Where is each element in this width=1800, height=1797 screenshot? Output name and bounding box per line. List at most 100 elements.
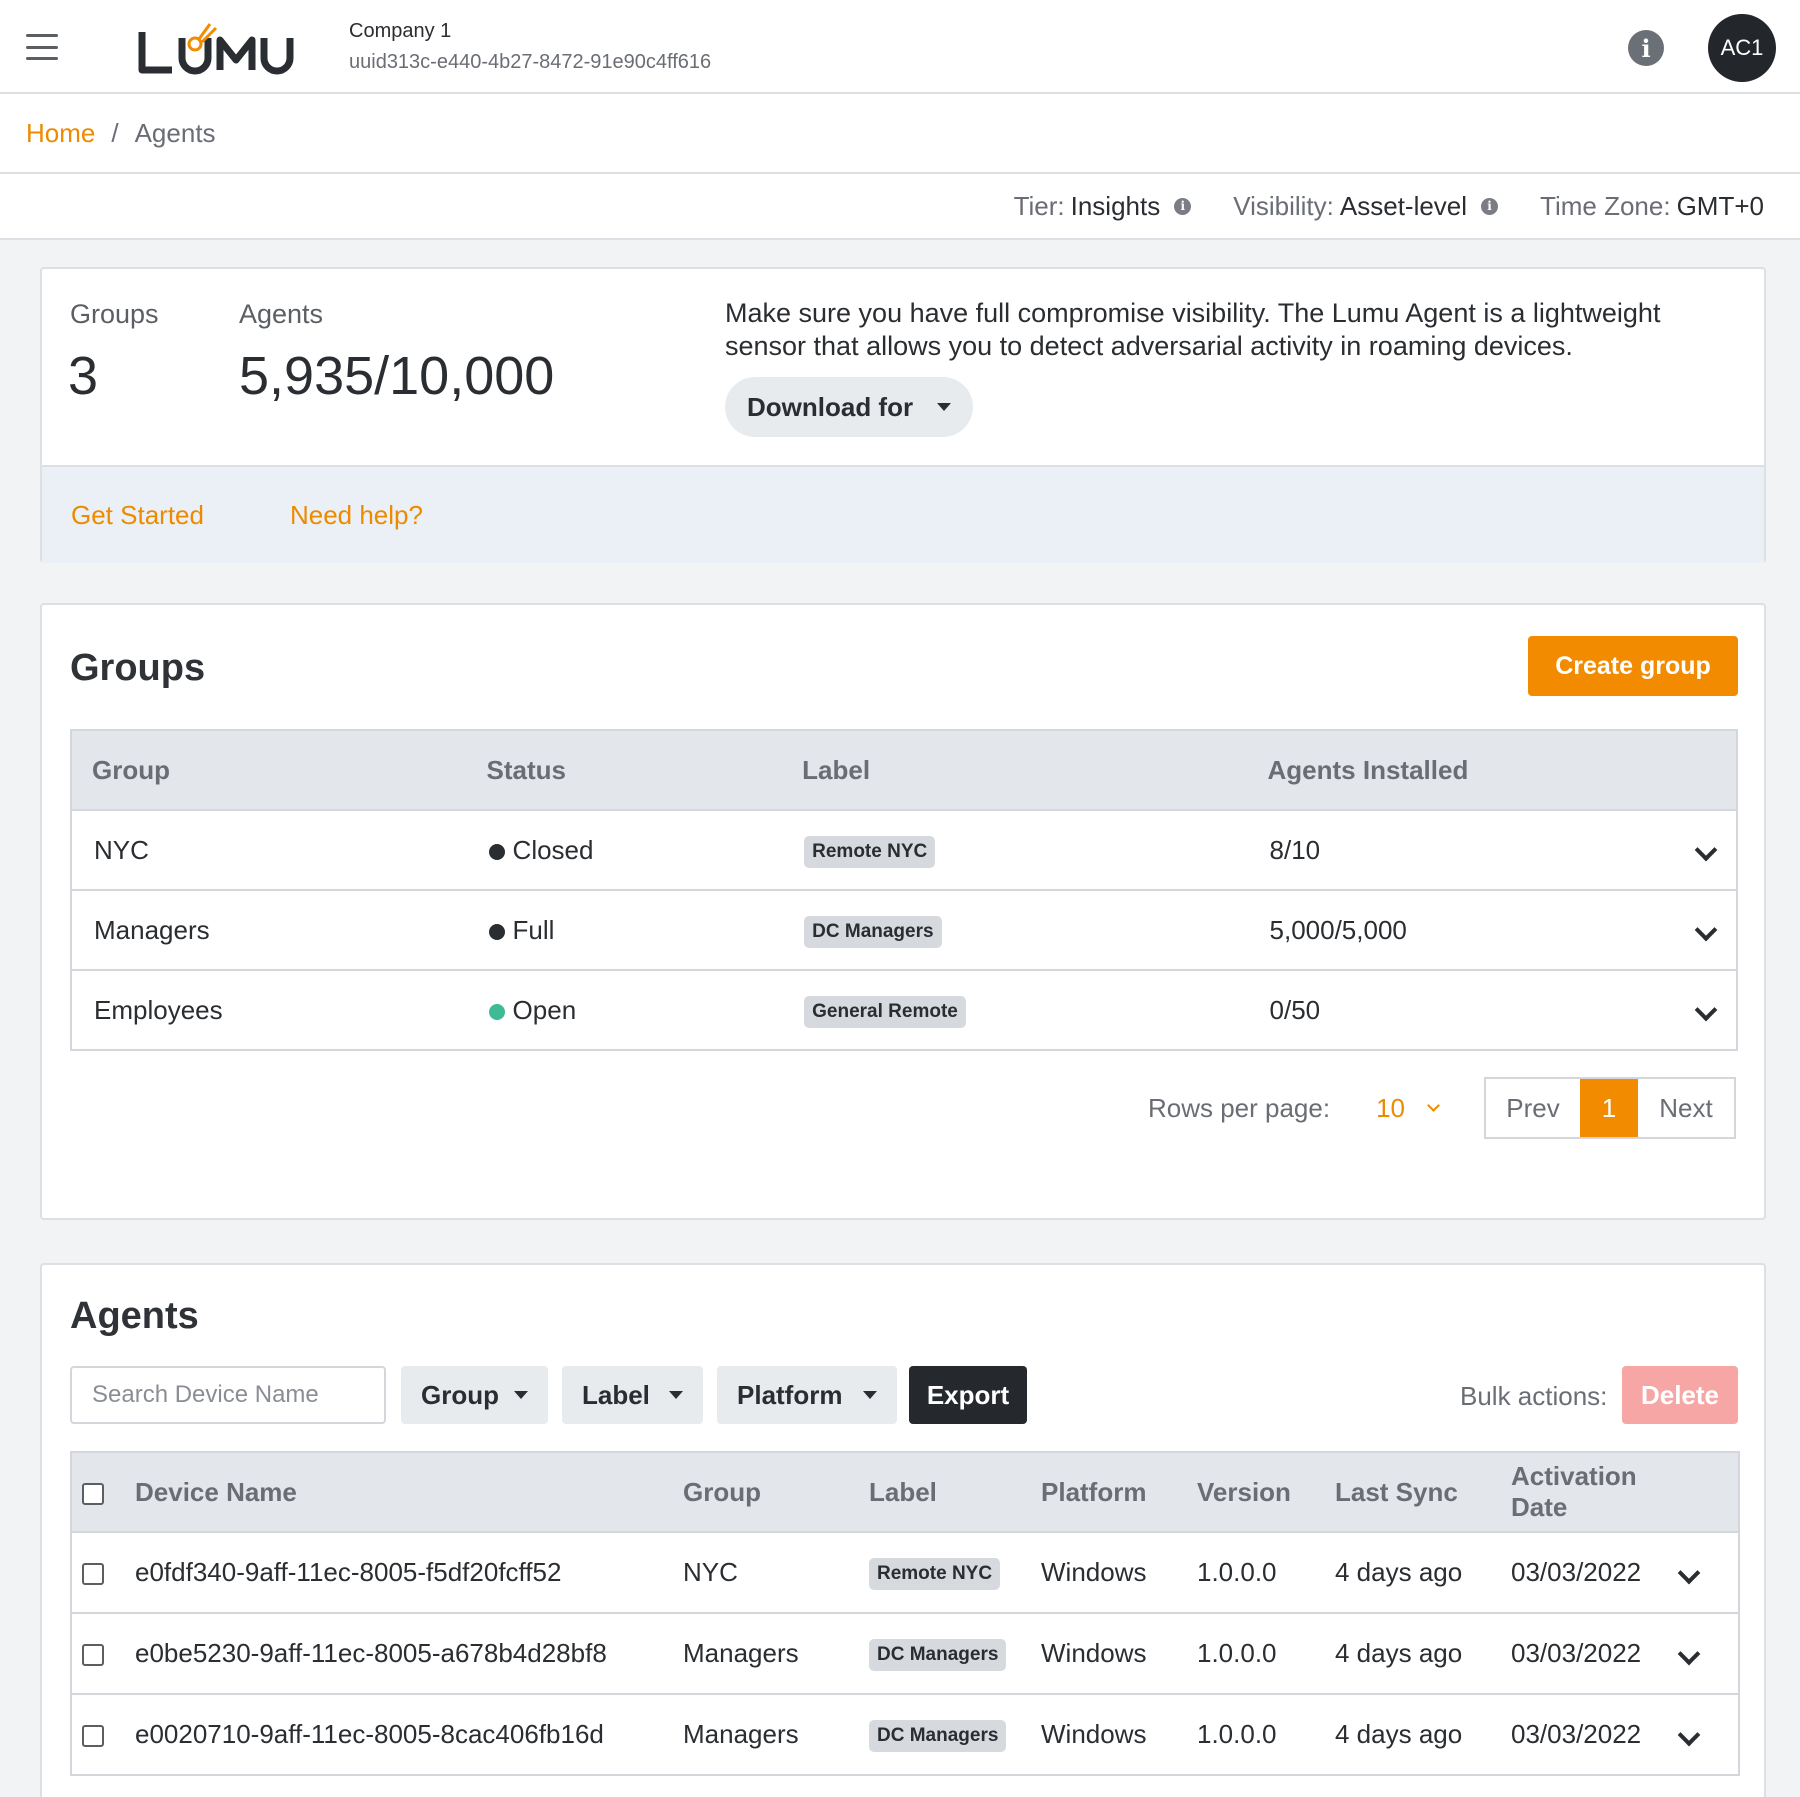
group-name: Employees [94,994,223,1025]
agents-table: Device Name Group Label Platform Version… [70,1451,1740,1776]
platform-filter-dropdown[interactable]: Platform [717,1366,897,1424]
agents-installed-value: 8/10 [1269,834,1321,865]
column-header-activation-date[interactable]: Activation Date [1511,1452,1681,1532]
prev-page-button[interactable]: Prev [1486,1079,1580,1137]
visibility-info: Visibility: Asset-level i [1233,190,1499,222]
label-filter-label: Label [582,1379,650,1410]
groups-stat-label: Groups [70,299,159,329]
group-label-cell: DC Managers [782,890,1247,970]
timezone-info: Time Zone: GMT+0 [1540,191,1764,222]
download-dropdown-button[interactable]: Download for [725,377,973,437]
agent-label-cell: Remote NYC [869,1532,1041,1613]
visibility-info-icon[interactable]: i [1481,197,1499,215]
column-header-device-name[interactable]: Device Name [135,1452,683,1532]
chevron-down-icon[interactable] [1427,1098,1440,1112]
agent-label-cell: DC Managers [869,1694,1041,1775]
chevron-down-icon[interactable] [1677,1723,1701,1747]
agent-last-sync: 4 days ago [1335,1719,1463,1749]
agent-platform: Windows [1041,1638,1147,1668]
groups-table-header: Group Status Label Agents Installed [71,730,1737,810]
company-name: Company 1 [349,20,452,42]
agent-activation-date: 03/03/2022 [1511,1719,1642,1749]
group-row[interactable]: Employees Open General Remote 0/50 [71,970,1737,1050]
current-page-button[interactable]: 1 [1580,1079,1638,1137]
expand-cell [1677,1694,1739,1775]
caret-down-icon [937,403,951,411]
agent-group: Managers [683,1638,799,1668]
caret-down-icon [863,1391,877,1399]
chevron-down-icon[interactable] [1694,838,1718,862]
caret-down-icon [514,1391,528,1399]
label-tag: DC Managers [869,1720,1007,1752]
agent-row[interactable]: e0be5230-9aff-11ec-8005-a678b4d28bf8 Mana… [71,1613,1739,1694]
column-header-version[interactable]: Version [1197,1452,1335,1532]
agent-row[interactable]: e0020710-9aff-11ec-8005-8cac406fb16d Mana… [71,1694,1739,1775]
delete-button[interactable]: Delete [1622,1366,1738,1424]
group-agents-installed: 5,000/5,000 [1248,890,1737,970]
search-device-input[interactable] [70,1366,386,1424]
breadcrumb: Home / Agents [0,94,1800,174]
agent-platform: Windows [1041,1719,1147,1749]
chevron-down-icon[interactable] [1677,1561,1701,1585]
groups-pagination: Rows per page: 10 Prev 1 Next [1148,1077,1736,1139]
group-agents-installed: 0/50 [1248,970,1737,1050]
chevron-down-icon[interactable] [1694,918,1718,942]
group-status: Full [467,890,783,970]
breadcrumb-home-link[interactable]: Home [26,118,95,149]
visibility-label: Visibility: [1233,190,1334,221]
next-page-button[interactable]: Next [1638,1079,1734,1137]
group-filter-dropdown[interactable]: Group [401,1366,548,1424]
label-tag: Remote NYC [804,835,936,868]
group-row[interactable]: Managers Full DC Managers 5,000/5,000 [71,890,1737,970]
label-tag: Remote NYC [869,1558,1001,1590]
column-header-status[interactable]: Status [467,730,783,810]
row-checkbox-cell [71,1613,135,1694]
groups-table: Group Status Label Agents Installed NYC C… [70,729,1738,1051]
summary-footer: Get Started Need help? [42,465,1764,563]
groups-stat-value: 3 [68,346,99,406]
group-agents-installed: 8/10 [1248,810,1737,890]
info-icon[interactable]: i [1628,30,1664,66]
agent-row[interactable]: e0fdf340-9aff-11ec-8005-f5df20fcff52 NYC R… [71,1532,1739,1613]
status-dot [488,843,505,860]
row-checkbox[interactable] [82,1563,104,1586]
agent-version: 1.0.0.0 [1197,1638,1277,1668]
group-name: Managers [94,914,210,945]
agent-version: 1.0.0.0 [1197,1557,1277,1587]
get-started-link[interactable]: Get Started [71,500,204,531]
column-header-label[interactable]: Label [869,1452,1041,1532]
chevron-down-icon[interactable] [1694,998,1718,1022]
menu-icon[interactable] [26,34,58,60]
chevron-down-icon[interactable] [1677,1642,1701,1666]
row-checkbox[interactable] [82,1725,104,1748]
group-name: NYC [94,834,149,865]
lumu-logo[interactable] [138,18,298,78]
groups-card: Groups Create group Group Status Label A… [40,603,1766,1220]
column-header-platform[interactable]: Platform [1041,1452,1197,1532]
account-meta-bar: Tier: Insights i Visibility: Asset-level… [0,174,1800,240]
row-checkbox-cell [71,1694,135,1775]
breadcrumb-current: Agents [134,117,216,148]
agents-table-header: Device Name Group Label Platform Version… [71,1452,1739,1532]
label-filter-dropdown[interactable]: Label [562,1366,703,1424]
select-all-checkbox[interactable] [82,1482,104,1505]
group-status-text: Closed [512,834,594,865]
top-header: Company 1 uuid313c-e440-4b27-8472-91e90c… [0,0,1800,94]
rows-per-page-select[interactable]: 10 [1376,1093,1405,1124]
column-header-last-sync[interactable]: Last Sync [1335,1452,1511,1532]
tier-info-icon[interactable]: i [1174,197,1192,215]
avatar[interactable]: AC1 [1708,14,1776,82]
row-checkbox[interactable] [82,1644,104,1667]
expand-cell [1677,1613,1739,1694]
export-button[interactable]: Export [909,1366,1027,1424]
column-header-agents-installed[interactable]: Agents Installed [1248,730,1737,810]
create-group-button[interactable]: Create group [1528,636,1738,696]
column-header-group[interactable]: Group [71,730,467,810]
group-filter-label: Group [421,1379,499,1410]
device-name: e0fdf340-9aff-11ec-8005-f5df20fcff52 [135,1557,562,1587]
timezone-label: Time Zone: [1540,190,1671,221]
column-header-group[interactable]: Group [683,1452,869,1532]
need-help-link[interactable]: Need help? [290,500,423,531]
group-row[interactable]: NYC Closed Remote NYC 8/10 [71,810,1737,890]
column-header-label[interactable]: Label [782,730,1247,810]
